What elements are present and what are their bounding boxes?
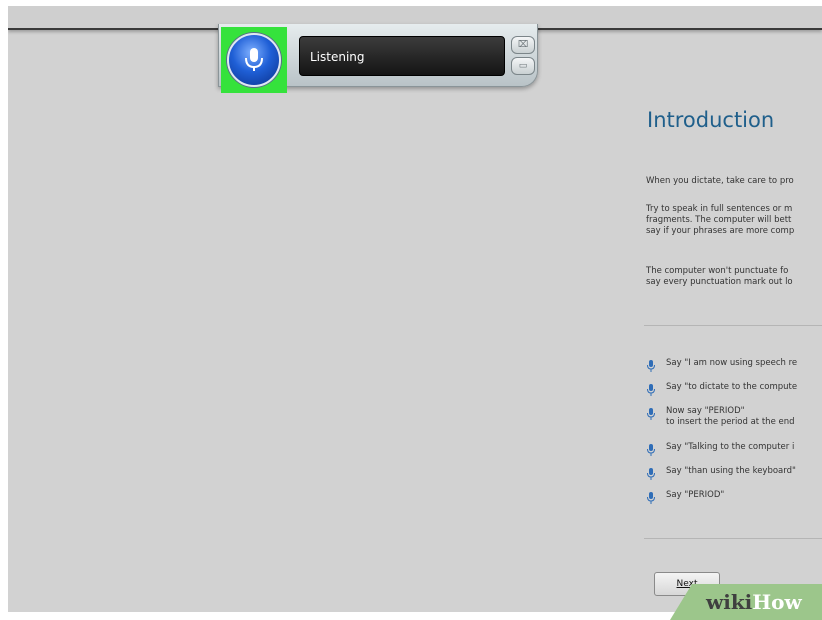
intro-paragraph: When you dictate, take care to pro bbox=[646, 176, 794, 186]
watermark-wiki: wiki bbox=[706, 590, 753, 614]
microphone-icon bbox=[647, 384, 655, 396]
divider bbox=[644, 538, 822, 539]
minimize-icon: ▭ bbox=[518, 60, 528, 71]
microphone-button[interactable] bbox=[227, 33, 281, 87]
microphone-icon bbox=[647, 468, 655, 480]
instruction-text: Say "to dictate to the compute bbox=[666, 382, 798, 392]
watermark-logo: wikiHow bbox=[706, 590, 802, 614]
intro-paragraph: Try to speak in full sentences or m frag… bbox=[646, 204, 795, 236]
instruction-text: Say "PERIOD" bbox=[666, 490, 725, 500]
minimize-button[interactable]: ▭ bbox=[511, 57, 535, 75]
tutorial-panel: Introduction When you dictate, take care… bbox=[638, 96, 822, 612]
watermark-how: How bbox=[752, 590, 802, 614]
intro-paragraph: The computer won't punctuate fo say ever… bbox=[646, 266, 793, 287]
speech-recognition-bar: Listening ⌧ ▭ bbox=[218, 24, 538, 93]
divider bbox=[644, 325, 822, 326]
microphone-icon bbox=[647, 408, 655, 420]
close-icon: ⌧ bbox=[517, 39, 529, 50]
microphone-icon bbox=[647, 444, 655, 456]
microphone-icon bbox=[647, 360, 655, 372]
close-button[interactable]: ⌧ bbox=[511, 36, 535, 54]
instruction-text: Say "I am now using speech re bbox=[666, 358, 798, 368]
instruction-text: Say "than using the keyboard" bbox=[666, 466, 796, 476]
microphone-icon bbox=[647, 492, 655, 504]
status-display: Listening bbox=[299, 36, 505, 76]
microphone-highlight bbox=[221, 27, 287, 93]
instruction-text: Say "Talking to the computer i bbox=[666, 442, 795, 452]
speech-tutorial-window: Listening ⌧ ▭ Introduction When you dict… bbox=[8, 6, 822, 612]
microphone-icon bbox=[245, 48, 263, 71]
page-title: Introduction bbox=[647, 108, 775, 132]
instruction-text: Now say "PERIOD" to insert the period at… bbox=[666, 406, 795, 427]
